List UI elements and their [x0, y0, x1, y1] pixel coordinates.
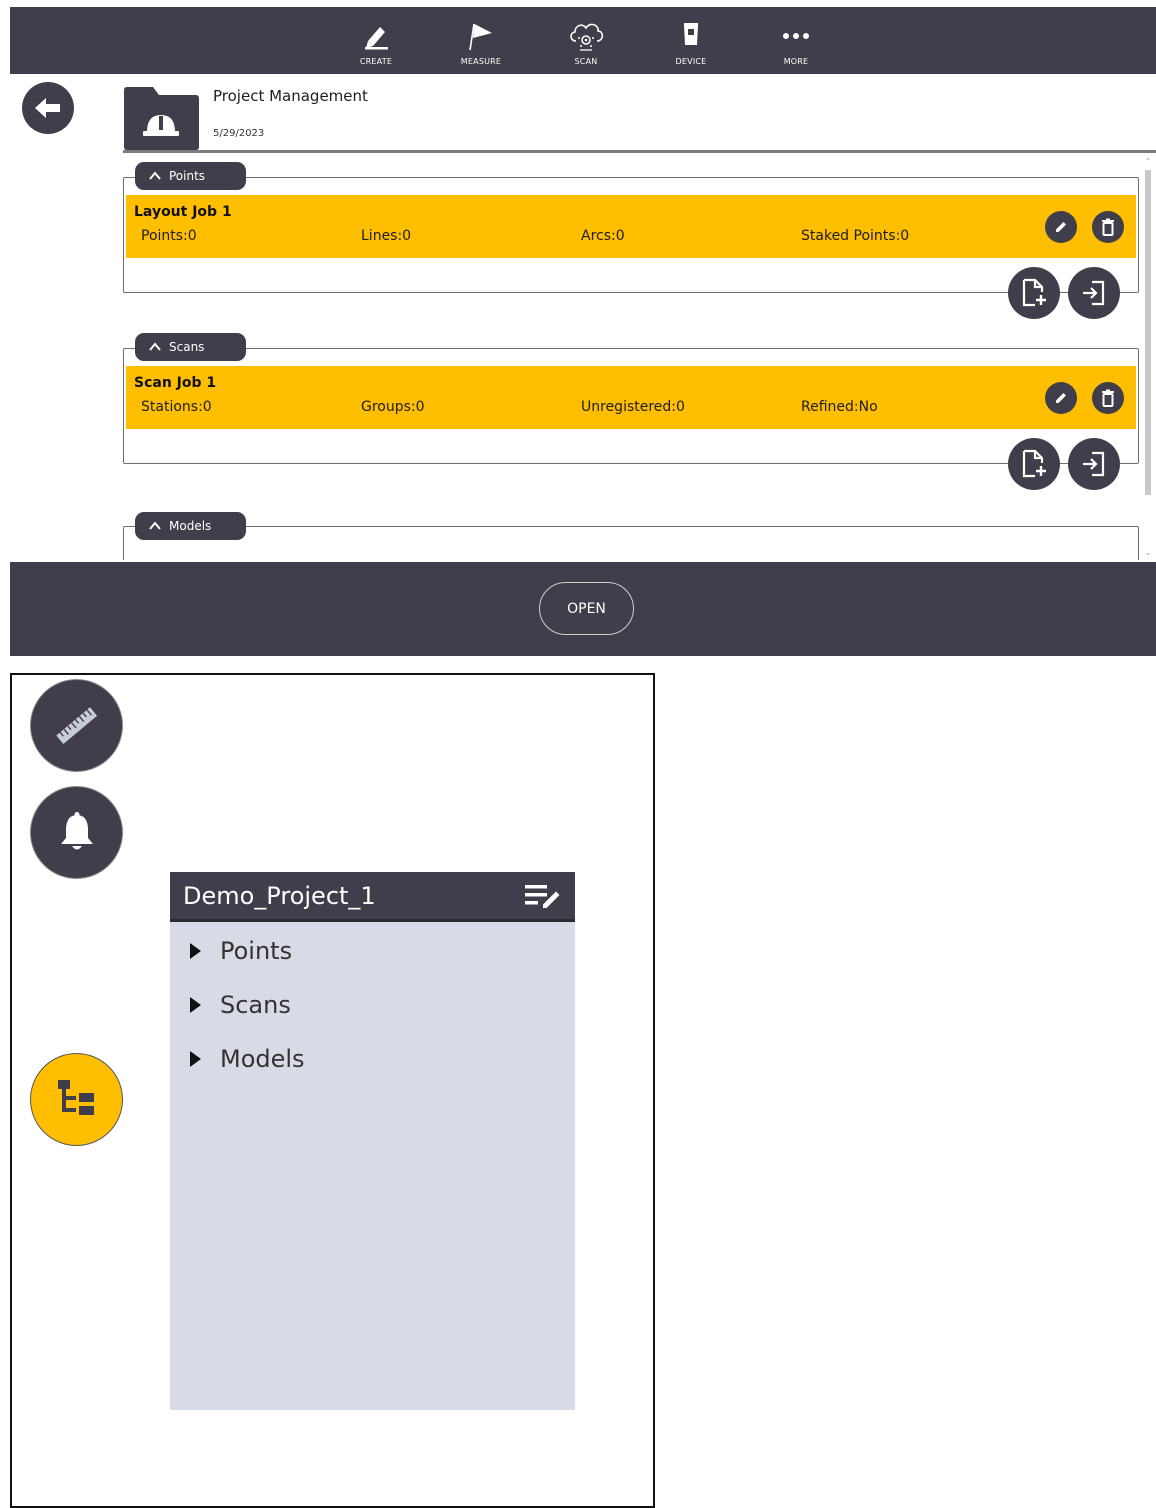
- back-button[interactable]: [22, 82, 74, 134]
- points-collapse-tab[interactable]: Points: [135, 162, 246, 190]
- nav-device-label: DEVICE: [675, 57, 707, 66]
- flag-icon: [436, 19, 526, 53]
- scroll-up-icon[interactable]: ⌃: [1144, 157, 1152, 167]
- nav-more[interactable]: MORE: [751, 7, 841, 74]
- tree-structure-icon: [57, 1079, 94, 1115]
- edit-job-button[interactable]: [1045, 211, 1077, 243]
- job-stat-arcs: Arcs:0: [581, 228, 625, 244]
- trash-icon: [1102, 389, 1114, 407]
- delete-job-button[interactable]: [1092, 211, 1124, 243]
- layout-job-row[interactable]: Layout Job 1 Points:0 Lines:0 Arcs:0 Sta…: [126, 195, 1136, 258]
- scrollbar-thumb[interactable]: [1145, 170, 1151, 495]
- job-stat-refined: Refined:No: [801, 399, 878, 415]
- cloud-scan-icon: [541, 19, 631, 53]
- import-button[interactable]: [1068, 267, 1120, 319]
- nav-measure-label: MEASURE: [460, 57, 502, 66]
- tree-item-scans[interactable]: Scans: [190, 990, 291, 1020]
- more-dots-icon: [751, 19, 841, 53]
- trash-icon: [1102, 218, 1114, 236]
- points-tab-label: Points: [169, 169, 206, 183]
- scans-collapse-tab[interactable]: Scans: [135, 333, 246, 361]
- chevron-up-icon: [149, 171, 161, 180]
- measure-tool-button[interactable]: [30, 679, 123, 772]
- job-list-scroll-area[interactable]: Points Layout Job 1 Points:0 Lines:0 Arc…: [123, 155, 1156, 560]
- job-stat-lines: Lines:0: [361, 228, 412, 244]
- project-tree: Demo_Project_1 Points Scans Models: [170, 872, 575, 1410]
- nav-create[interactable]: CREATE: [331, 7, 421, 74]
- header-divider: [123, 150, 1156, 153]
- new-file-icon: [1022, 278, 1046, 307]
- notifications-button[interactable]: [30, 786, 123, 879]
- job-stat-stations: Stations:0: [141, 399, 212, 415]
- job-stat-groups: Groups:0: [361, 399, 425, 415]
- vertical-scrollbar[interactable]: ⌃ ⌄: [1144, 155, 1152, 560]
- new-file-icon: [1022, 449, 1046, 478]
- project-title: Project Management: [213, 87, 368, 105]
- project-date: 5/29/2023: [213, 128, 265, 139]
- edit-job-button[interactable]: [1045, 382, 1077, 414]
- hardhat-folder-icon: [123, 85, 200, 151]
- job-stat-points: Points:0: [141, 228, 197, 244]
- job-stat-unregistered: Unregistered:0: [581, 399, 685, 415]
- import-icon: [1083, 280, 1105, 306]
- add-job-button[interactable]: [1008, 267, 1060, 319]
- tree-item-label: Models: [220, 1045, 305, 1073]
- import-icon: [1083, 451, 1105, 477]
- pencil-icon: [1056, 393, 1066, 403]
- tree-item-label: Scans: [220, 991, 291, 1019]
- models-tab-label: Models: [169, 519, 212, 533]
- tree-project-title: Demo_Project_1: [183, 882, 376, 910]
- tree-item-points[interactable]: Points: [190, 936, 292, 966]
- nav-more-label: MORE: [783, 57, 809, 66]
- edit-list-icon: [525, 885, 560, 908]
- project-tree-button[interactable]: [30, 1053, 123, 1146]
- open-button[interactable]: OPEN: [539, 582, 634, 635]
- scroll-down-icon[interactable]: ⌄: [1144, 548, 1152, 558]
- top-navigation-bar: CREATE MEASURE SCAN DEVICE MORE: [10, 7, 1156, 74]
- tree-view-panel: Demo_Project_1 Points Scans Models: [10, 673, 655, 1508]
- project-manager-window: CREATE MEASURE SCAN DEVICE MORE Project …: [10, 7, 1156, 656]
- pencil-icon: [331, 19, 421, 53]
- models-group-box: [123, 526, 1139, 560]
- models-collapse-tab[interactable]: Models: [135, 512, 246, 540]
- bottom-action-bar: OPEN: [10, 562, 1156, 656]
- import-button[interactable]: [1068, 438, 1120, 490]
- nav-device[interactable]: DEVICE: [646, 7, 736, 74]
- device-icon: [646, 19, 736, 53]
- nav-scan-label: SCAN: [574, 57, 598, 66]
- expand-arrow-icon[interactable]: [190, 1051, 201, 1067]
- tree-item-models[interactable]: Models: [190, 1044, 305, 1074]
- job-stat-staked: Staked Points:0: [801, 228, 910, 244]
- nav-measure[interactable]: MEASURE: [436, 7, 526, 74]
- arrow-left-icon: [35, 98, 60, 118]
- chevron-up-icon: [149, 342, 161, 351]
- bell-icon: [60, 811, 93, 849]
- job-title: Layout Job 1: [134, 204, 232, 220]
- scan-job-row[interactable]: Scan Job 1 Stations:0 Groups:0 Unregiste…: [126, 366, 1136, 429]
- scans-tab-label: Scans: [169, 340, 205, 354]
- expand-arrow-icon[interactable]: [190, 943, 201, 959]
- ruler-icon: [55, 706, 97, 744]
- add-job-button[interactable]: [1008, 438, 1060, 490]
- chevron-up-icon: [149, 521, 161, 530]
- expand-arrow-icon[interactable]: [190, 997, 201, 1013]
- tree-item-label: Points: [220, 937, 293, 965]
- tree-header: Demo_Project_1: [170, 872, 575, 922]
- edit-list-button[interactable]: [521, 882, 565, 912]
- delete-job-button[interactable]: [1092, 382, 1124, 414]
- nav-create-label: CREATE: [359, 57, 393, 66]
- nav-scan[interactable]: SCAN: [541, 7, 631, 74]
- job-title: Scan Job 1: [134, 375, 217, 391]
- pencil-icon: [1056, 222, 1066, 232]
